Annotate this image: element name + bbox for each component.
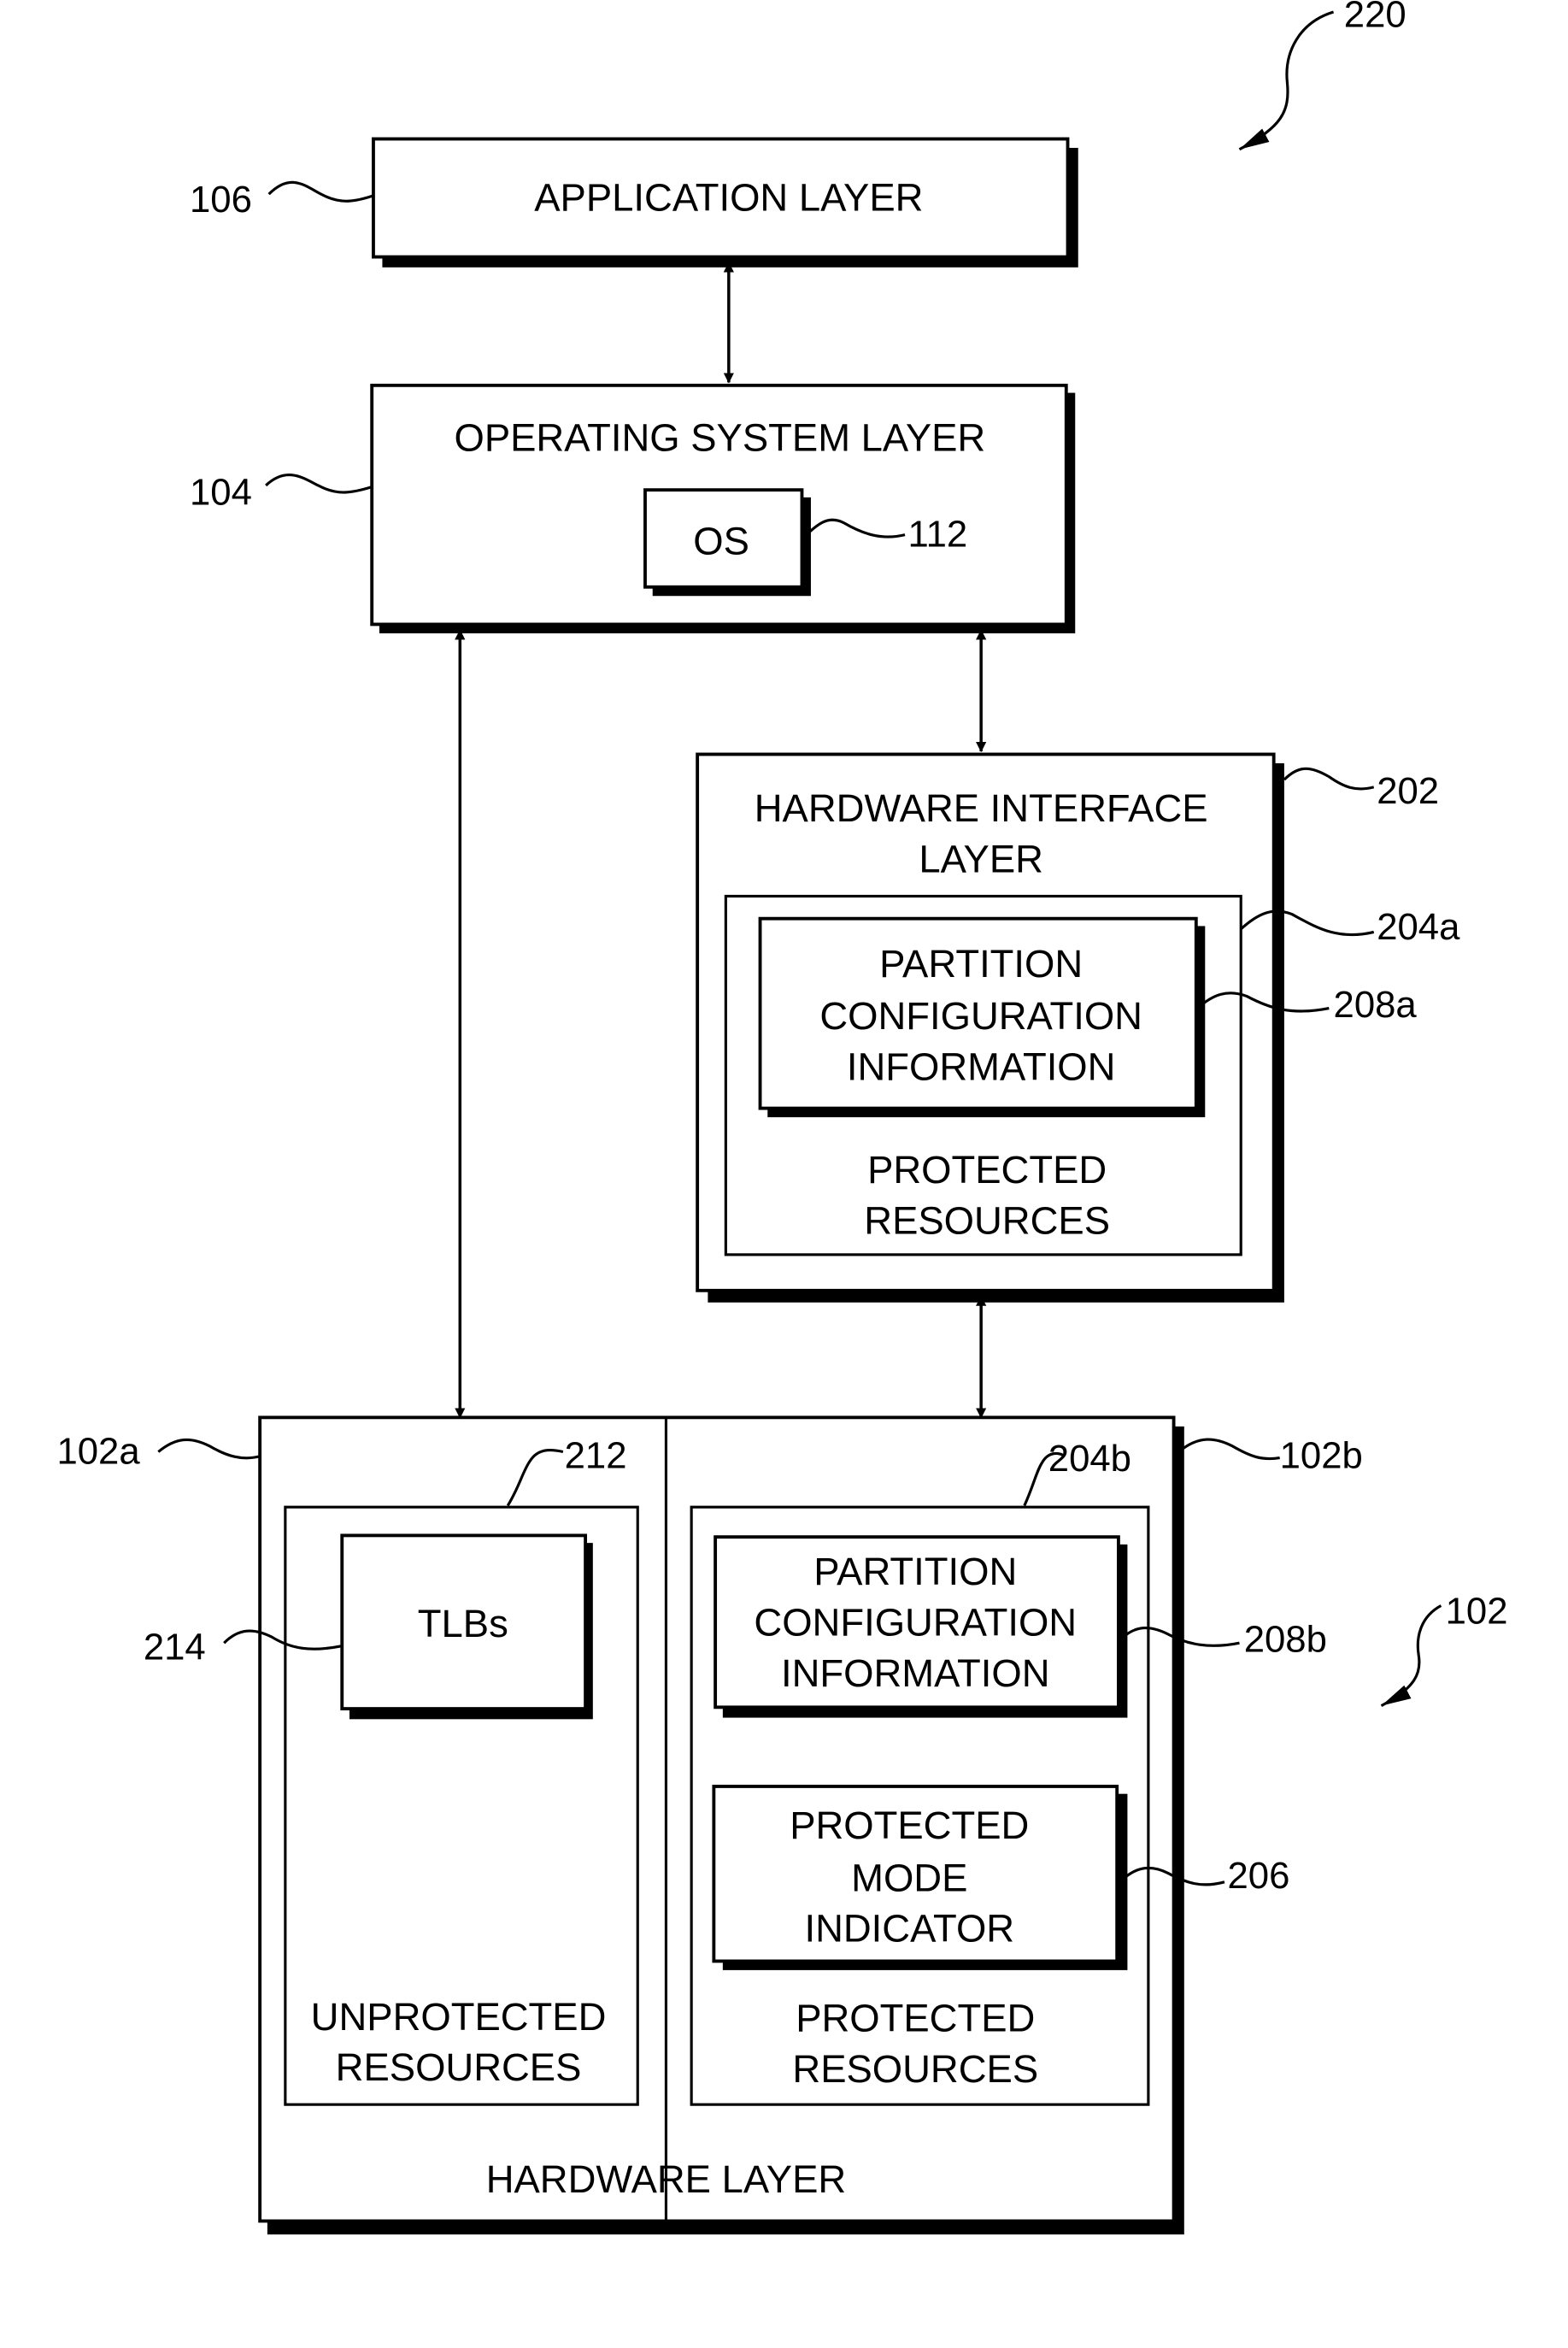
hw-interface-label-line-1: HARDWARE INTERFACE: [755, 786, 1208, 830]
ref-102-label: 102: [1446, 1590, 1508, 1632]
ref-220-arrow: [1238, 10, 1335, 151]
partition-config-a-line-2: CONFIGURATION: [819, 994, 1142, 1038]
ref-102-arrow: [1380, 1604, 1442, 1707]
os-label: OS: [693, 519, 749, 562]
hw-interface-protected-label-line-1: PROTECTED: [867, 1148, 1107, 1192]
ref-106-leader: [267, 180, 374, 203]
figure-ref-102: 102: [1380, 1590, 1508, 1707]
protected-mode-line-3: INDICATOR: [804, 1907, 1014, 1951]
ref-208a-label: 208a: [1334, 984, 1418, 1026]
figure-ref-220: 220: [1238, 0, 1407, 151]
architecture-diagram: 220 APPLICATION LAYER 106 OPERATING SYST…: [56, 0, 1508, 2235]
protected-mode-line-1: PROTECTED: [790, 1804, 1029, 1847]
partition-config-a-line-1: PARTITION: [879, 942, 1083, 986]
protected-mode-line-2: MODE: [851, 1856, 967, 1899]
ref-214-label: 214: [144, 1626, 206, 1668]
ref-102b-leader: [1182, 1438, 1280, 1461]
unprotected-label-line-2: RESOURCES: [336, 2045, 582, 2089]
ref-102a-label: 102a: [56, 1431, 140, 1473]
ref-104-label: 104: [190, 472, 252, 514]
unprotected-label-line-1: UNPROTECTED: [311, 1995, 607, 2039]
ref-106-label: 106: [190, 179, 252, 221]
ref-202-label: 202: [1377, 770, 1439, 812]
hw-interface-protected-label-line-2: RESOURCES: [864, 1198, 1110, 1242]
partition-config-b-line-3: INFORMATION: [781, 1651, 1050, 1695]
partition-config-a-line-3: INFORMATION: [847, 1045, 1116, 1088]
application-layer-label: APPLICATION LAYER: [534, 175, 923, 219]
ref-102a-leader: [157, 1438, 261, 1460]
tlbs-label: TLBs: [418, 1602, 508, 1645]
ref-220-label: 220: [1344, 0, 1407, 35]
hardware-protected-label-line-1: PROTECTED: [796, 1997, 1035, 2040]
ref-202-leader: [1283, 767, 1375, 791]
ref-204b-label: 204b: [1048, 1438, 1131, 1480]
ref-104-leader: [265, 474, 373, 494]
ref-208b-label: 208b: [1244, 1619, 1327, 1661]
application-layer: APPLICATION LAYER 106: [190, 137, 1078, 268]
os-layer-label: OPERATING SYSTEM LAYER: [454, 416, 985, 460]
hardware-layer: HARDWARE LAYER 102a 102b UNPROTECTED RES…: [56, 1415, 1363, 2235]
ref-112-label: 112: [908, 514, 968, 556]
ref-212-label: 212: [565, 1435, 627, 1477]
partition-config-b-line-2: CONFIGURATION: [754, 1600, 1077, 1644]
operating-system-layer: OPERATING SYSTEM LAYER 104 OS 112: [190, 383, 1076, 633]
ref-102b-label: 102b: [1280, 1435, 1363, 1477]
hardware-interface-layer: HARDWARE INTERFACE LAYER 202 PROTECTED R…: [696, 752, 1460, 1303]
hardware-layer-label: HARDWARE LAYER: [486, 2157, 846, 2201]
partition-config-b-line-1: PARTITION: [813, 1550, 1017, 1593]
ref-206-label: 206: [1227, 1855, 1289, 1897]
ref-204a-label: 204a: [1377, 906, 1460, 948]
hw-interface-label-line-2: LAYER: [919, 838, 1043, 881]
hardware-protected-label-line-2: RESOURCES: [792, 2047, 1038, 2091]
